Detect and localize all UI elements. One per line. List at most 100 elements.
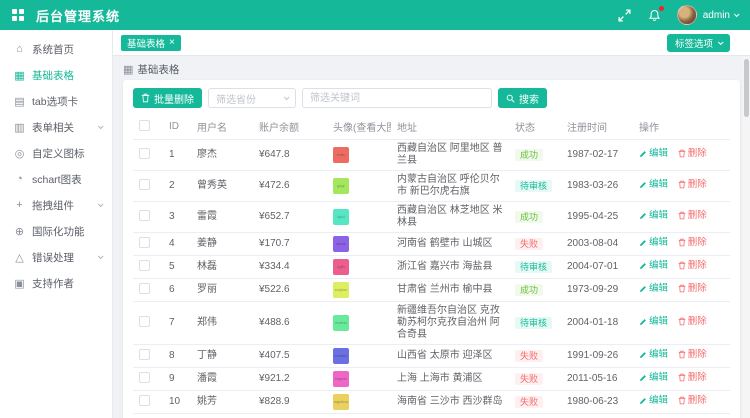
cell-address: 甘肃省 兰州市 榆中县 [391, 279, 509, 302]
edit-button[interactable]: 编辑 [639, 179, 668, 190]
tab-basic-table[interactable]: 基础表格 × [121, 35, 181, 51]
sidebar-item-label: 拖拽组件 [32, 198, 98, 213]
bell-icon[interactable] [647, 7, 663, 23]
avatar-thumbnail[interactable]: mgwfuw [333, 394, 349, 410]
avatar-thumbnail[interactable]: edtx [333, 147, 349, 163]
fullscreen-icon[interactable] [617, 7, 633, 23]
chart-icon: ◔ [13, 173, 26, 185]
edit-button[interactable]: 编辑 [639, 210, 668, 221]
row-checkbox[interactable] [139, 349, 150, 360]
row-checkbox[interactable] [139, 372, 150, 383]
delete-button[interactable]: 删除 [678, 372, 707, 383]
avatar-thumbnail[interactable]: cgfh [333, 259, 349, 275]
delete-button[interactable]: 删除 [678, 148, 707, 159]
edit-icon [639, 150, 647, 158]
status-badge: 待审核 [515, 261, 552, 274]
table-icon: ▦ [13, 69, 26, 82]
table-row: 7 郑伟 ¥488.6 mwfnu 新疆维吾尔自治区 克孜勒苏柯尔克孜自治州 阿… [133, 302, 730, 345]
cell-address: 西藏自治区 阿里地区 普兰县 [391, 140, 509, 171]
cell-register-date: 1973-09-29 [561, 279, 633, 302]
avatar-thumbnail[interactable]: chsbeb [333, 348, 349, 364]
delete-button[interactable]: 删除 [678, 237, 707, 248]
user-menu[interactable]: admin [703, 10, 738, 21]
select-all-checkbox[interactable] [139, 120, 150, 131]
table-row: 1 廖杰 ¥647.8 edtx 西藏自治区 阿里地区 普兰县 成功 1987-… [133, 140, 730, 171]
avatar-thumbnail[interactable]: kjcd [333, 209, 349, 225]
user-avatar[interactable] [677, 5, 697, 25]
avatar-thumbnail[interactable]: smjdsn [333, 282, 349, 298]
sidebar-item-home[interactable]: ⌂ 系统首页 [0, 36, 112, 62]
batch-delete-button[interactable]: 批量删除 [133, 88, 202, 108]
row-checkbox[interactable] [139, 179, 150, 190]
tab-close-icon[interactable]: × [169, 38, 175, 48]
delete-button[interactable]: 删除 [678, 210, 707, 221]
row-checkbox[interactable] [139, 395, 150, 406]
edit-button[interactable]: 编辑 [639, 316, 668, 327]
author-icon: ▣ [13, 277, 26, 290]
status-badge: 成功 [515, 284, 543, 297]
edit-icon [639, 318, 647, 326]
cell-username: 潘霞 [191, 368, 253, 391]
cell-address: 海南省 三沙市 西沙群岛 [391, 391, 509, 414]
drag-icon: + [13, 199, 26, 211]
row-checkbox[interactable] [139, 283, 150, 294]
avatar-thumbnail[interactable]: sfeap [333, 236, 349, 252]
custom-icon: ◎ [13, 147, 26, 160]
delete-icon [678, 261, 686, 270]
edit-button[interactable]: 编辑 [639, 283, 668, 294]
row-checkbox[interactable] [139, 237, 150, 248]
row-checkbox[interactable] [139, 260, 150, 271]
column-header: 头像(查看大图) [327, 114, 391, 140]
cell-id: 2 [163, 171, 191, 202]
avatar-thumbnail[interactable]: gxgr [333, 178, 349, 194]
content-scrollbar[interactable] [743, 57, 750, 418]
sidebar-item-warning[interactable]: △ 错误处理 [0, 244, 112, 270]
keyword-input[interactable] [302, 88, 492, 108]
sidebar-item-author[interactable]: ▣ 支持作者 [0, 270, 112, 296]
cell-username: 雷霞 [191, 202, 253, 233]
row-checkbox[interactable] [139, 148, 150, 159]
scrollbar-thumb[interactable] [744, 59, 749, 117]
delete-button[interactable]: 删除 [678, 260, 707, 271]
province-select[interactable]: 筛选省份 [208, 88, 296, 108]
cell-address: 内蒙古自治区 呼伦贝尔市 新巴尔虎右旗 [391, 171, 509, 202]
column-header: 地址 [391, 114, 509, 140]
table-row: 2 曾秀英 ¥472.6 gxgr 内蒙古自治区 呼伦贝尔市 新巴尔虎右旗 待审… [133, 171, 730, 202]
sidebar-item-custom[interactable]: ◎ 自定义图标 [0, 140, 112, 166]
edit-button[interactable]: 编辑 [639, 260, 668, 271]
delete-button[interactable]: 删除 [678, 179, 707, 190]
main-area: 基础表格 × 标签选项 ▦ 基础表格 [113, 30, 750, 418]
search-button[interactable]: 搜索 [498, 88, 547, 108]
cell-address: 西藏自治区 林芝地区 米林县 [391, 202, 509, 233]
delete-button[interactable]: 删除 [678, 316, 707, 327]
cell-balance: ¥921.2 [253, 368, 327, 391]
row-checkbox[interactable] [139, 316, 150, 327]
cell-balance: ¥828.9 [253, 391, 327, 414]
cell-register-date: 1995-04-25 [561, 202, 633, 233]
tag-options-button[interactable]: 标签选项 [667, 34, 730, 52]
delete-button[interactable]: 删除 [678, 395, 707, 406]
edit-button[interactable]: 编辑 [639, 372, 668, 383]
avatar-thumbnail[interactable]: mwfnu [333, 315, 349, 331]
edit-button[interactable]: 编辑 [639, 237, 668, 248]
sidebar-item-drag[interactable]: + 拖拽组件 [0, 192, 112, 218]
edit-button[interactable]: 编辑 [639, 395, 668, 406]
avatar-thumbnail[interactable]: hqwdx [333, 371, 349, 387]
cell-balance: ¥488.6 [253, 302, 327, 345]
sidebar-item-label: 系统首页 [32, 42, 102, 57]
row-checkbox[interactable] [139, 210, 150, 221]
delete-button[interactable]: 删除 [678, 349, 707, 360]
sidebar-item-chart[interactable]: ◔ schart图表 [0, 166, 112, 192]
edit-icon [639, 262, 647, 270]
sidebar-item-globe[interactable]: ⊕ 国际化功能 [0, 218, 112, 244]
sidebar-item-tabs[interactable]: ▤ tab选项卡 [0, 88, 112, 114]
sidebar-item-table[interactable]: ▦ 基础表格 [0, 62, 112, 88]
tabs-icon: ▤ [13, 95, 26, 108]
edit-button[interactable]: 编辑 [639, 349, 668, 360]
edit-button[interactable]: 编辑 [639, 148, 668, 159]
status-badge: 待审核 [515, 180, 552, 193]
sidebar-item-form[interactable]: ▥ 表单相关 [0, 114, 112, 140]
delete-button[interactable]: 删除 [678, 283, 707, 294]
table-row: 3 雷霞 ¥652.7 kjcd 西藏自治区 林芝地区 米林县 成功 1995-… [133, 202, 730, 233]
cell-id: 5 [163, 256, 191, 279]
